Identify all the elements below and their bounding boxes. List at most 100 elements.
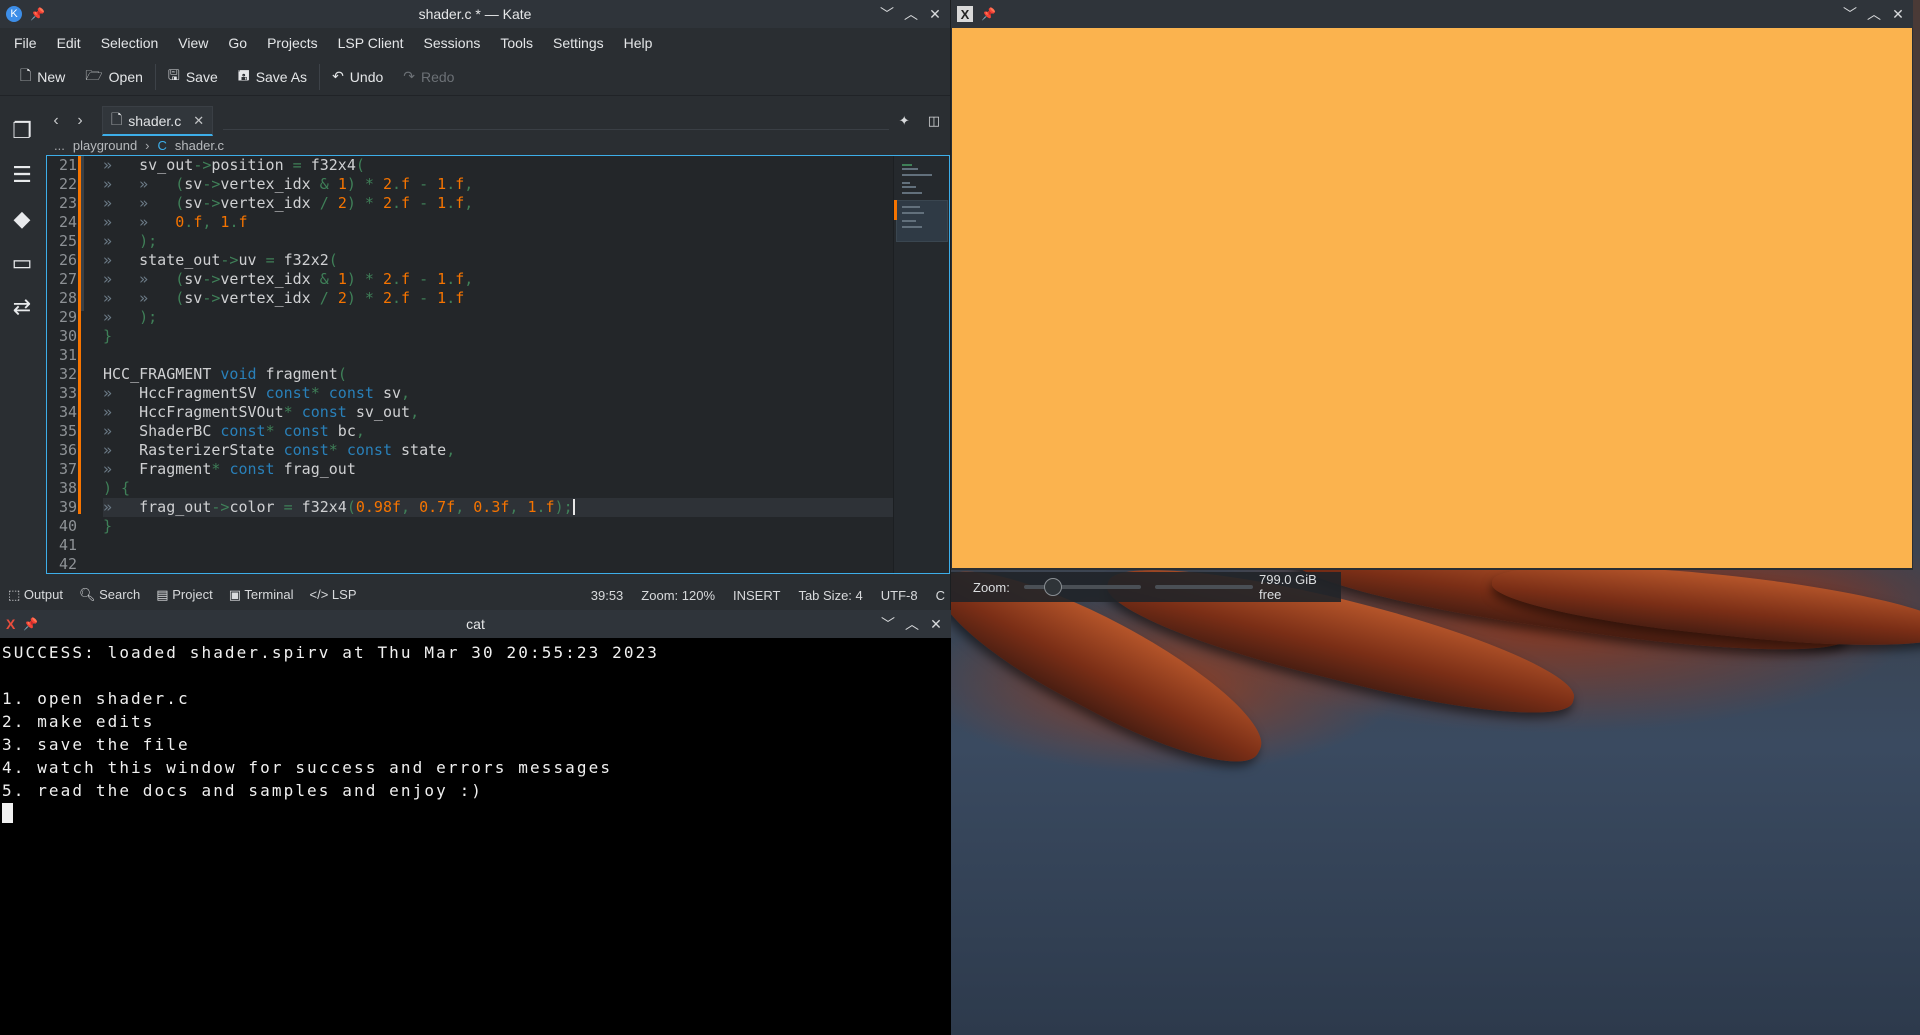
menu-go[interactable]: Go xyxy=(218,35,257,51)
tab-shader-c[interactable]: 🗋 shader.c ✕ xyxy=(102,106,214,136)
menu-lsp-client[interactable]: LSP Client xyxy=(328,35,414,51)
menu-sessions[interactable]: Sessions xyxy=(414,35,491,51)
search-toggle[interactable]: 🔍︎ Search xyxy=(79,587,140,603)
disk-free-label: 799.0 GiB free xyxy=(1259,572,1317,602)
window-title: shader.c * — Kate xyxy=(418,6,532,22)
close-icon[interactable]: ✕ xyxy=(926,5,944,23)
minimap-modified-marker xyxy=(894,200,897,220)
redo-button[interactable]: ↷ Redo xyxy=(393,62,464,92)
output-toggle[interactable]: ⬚ Output xyxy=(8,587,63,603)
terminal-line: SUCCESS: loaded shader.spirv at Thu Mar … xyxy=(2,643,660,662)
new-file-icon: 🗋 xyxy=(20,66,32,83)
terminal-toggle[interactable]: ▣ Terminal xyxy=(229,587,294,603)
redo-icon: ↷ xyxy=(403,68,415,84)
line-number: 28 xyxy=(58,289,77,307)
project-label: Project xyxy=(172,587,213,602)
lsp-icon[interactable]: ⇄ xyxy=(7,290,37,324)
pin-icon[interactable]: 📌 xyxy=(981,7,996,21)
file-tab-icon: 🗋 xyxy=(111,110,123,127)
line-number: 34 xyxy=(58,403,77,421)
tab-label: shader.c xyxy=(128,112,182,129)
menu-settings[interactable]: Settings xyxy=(543,35,614,51)
menu-edit[interactable]: Edit xyxy=(47,35,91,51)
code-line: } xyxy=(103,327,113,345)
split-view-icon[interactable]: ◫ xyxy=(928,113,940,129)
x-app-icon[interactable]: X xyxy=(957,6,973,22)
statusbar: ⬚ Output 🔍︎ Search ▤ Project ▣ Terminal … xyxy=(0,582,951,608)
save-icon: 🖫 xyxy=(167,66,180,83)
line-number: 40 xyxy=(58,517,77,535)
terminal-cursor-line xyxy=(2,802,949,825)
minimize-icon[interactable]: ﹀ xyxy=(878,5,896,23)
maximize-icon[interactable]: ︿ xyxy=(1865,5,1883,23)
tab-size[interactable]: Tab Size: 4 xyxy=(798,588,862,603)
kate-window: K 📌 shader.c * — Kate ﹀ ︿ ✕ File Edit Se… xyxy=(0,0,951,610)
menu-projects[interactable]: Projects xyxy=(257,35,328,51)
undo-icon: ↶ xyxy=(332,68,344,84)
close-icon[interactable]: ✕ xyxy=(1889,5,1907,23)
desktop-zoom-widget: Zoom: 799.0 GiB free xyxy=(951,572,1341,602)
menu-file[interactable]: File xyxy=(4,35,47,51)
terminal-window: X 📌 cat ﹀ ︿ ✕ SUCCESS: loaded shader.spi… xyxy=(0,610,951,1035)
menu-selection[interactable]: Selection xyxy=(91,35,169,51)
project-toggle[interactable]: ▤ Project xyxy=(156,587,212,603)
code-text[interactable]: » sv_out->position = f32x4( » » (sv->ver… xyxy=(103,156,893,573)
save-as-button[interactable]: 🖪 Save As xyxy=(228,62,317,92)
back-icon[interactable]: ‹ xyxy=(44,112,68,130)
line-number: 42 xyxy=(58,555,77,573)
disk-usage-bar xyxy=(1155,585,1253,589)
code-line: » HccFragmentSV const* const sv, xyxy=(103,384,411,402)
lsp-toggle[interactable]: </> LSP xyxy=(310,587,357,603)
undo-button[interactable]: ↶ Undo xyxy=(322,62,393,92)
close-icon[interactable]: ✕ xyxy=(927,615,945,633)
cursor-position[interactable]: 39:53 xyxy=(591,588,624,603)
zoom-slider[interactable] xyxy=(1023,578,1142,596)
preview-window: X 📌 ﹀ ︿ ✕ xyxy=(951,0,1913,570)
maximize-icon[interactable]: ︿ xyxy=(903,615,921,633)
encoding[interactable]: UTF-8 xyxy=(881,588,918,603)
code-line: » » (sv->vertex_idx & 1) * 2.f - 1.f, xyxy=(103,270,474,288)
breadcrumb-ellipsis[interactable]: ... xyxy=(54,138,65,153)
quick-open-icon[interactable]: ✦ xyxy=(899,113,910,129)
new-button[interactable]: 🗋 New xyxy=(10,62,75,92)
minimize-icon[interactable]: ﹀ xyxy=(1841,5,1859,23)
maximize-icon[interactable]: ︿ xyxy=(902,5,920,23)
filesystem-icon[interactable]: ▭ xyxy=(7,246,37,280)
breadcrumb-folder[interactable]: playground xyxy=(73,138,137,153)
open-button[interactable]: 🗁 Open xyxy=(75,62,153,92)
input-mode[interactable]: INSERT xyxy=(733,588,780,603)
language-mode[interactable]: C xyxy=(936,588,945,603)
symbols-icon[interactable]: ☰ xyxy=(7,158,37,192)
tab-close-icon[interactable]: ✕ xyxy=(193,113,204,129)
code-line: » sv_out->position = f32x4( xyxy=(103,156,365,174)
terminal-cursor xyxy=(2,803,13,823)
toolbar-separator xyxy=(154,63,156,90)
chevron-right-icon: › xyxy=(145,137,150,153)
terminal-line: 1. open shader.c xyxy=(2,689,190,708)
minimap[interactable] xyxy=(893,156,949,573)
terminal-output[interactable]: SUCCESS: loaded shader.spirv at Thu Mar … xyxy=(0,638,951,828)
minimize-icon[interactable]: ﹀ xyxy=(879,615,897,633)
menu-view[interactable]: View xyxy=(168,35,218,51)
forward-icon[interactable]: › xyxy=(68,112,92,130)
git-icon[interactable]: ◆ xyxy=(7,202,37,236)
menu-help[interactable]: Help xyxy=(614,35,663,51)
code-editor[interactable]: 21 22 23 24 25 26 27 28 29 30 31 32 33 3… xyxy=(46,155,950,574)
menu-tools[interactable]: Tools xyxy=(490,35,543,51)
render-canvas[interactable] xyxy=(952,28,1912,568)
current-code-line: » frag_out->color = f32x4(0.98f, 0.7f, 0… xyxy=(103,498,893,517)
zoom-level[interactable]: Zoom: 120% xyxy=(641,588,715,603)
save-button[interactable]: 🖫 Save xyxy=(158,62,228,92)
code-line: » state_out->uv = f32x2( xyxy=(103,251,338,269)
documents-icon[interactable]: ❐ xyxy=(7,114,37,148)
tab-line xyxy=(223,129,889,130)
terminal-line: 2. make edits xyxy=(2,712,155,731)
zoom-slider-knob[interactable] xyxy=(1043,578,1062,596)
code-line: } xyxy=(103,517,113,535)
output-icon: ⬚ xyxy=(8,587,21,602)
breadcrumb-file[interactable]: shader.c xyxy=(175,138,224,153)
line-number: 22 xyxy=(58,175,77,193)
